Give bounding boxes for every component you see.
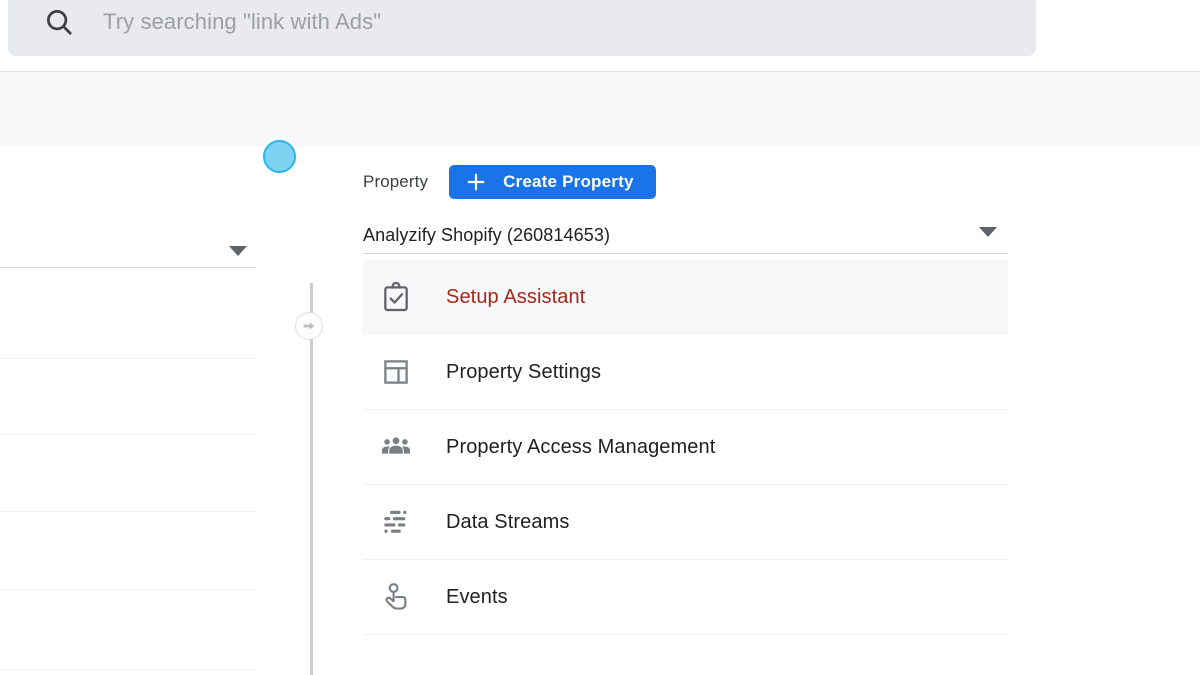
menu-item-property-settings[interactable]: Property Settings <box>363 335 1008 410</box>
property-menu: Setup Assistant Property Settings Proper… <box>363 260 1008 635</box>
property-column: Property Create Property Analyzify Shopi… <box>363 147 1008 635</box>
account-menu-row[interactable] <box>0 359 256 435</box>
property-header: Property Create Property <box>363 147 1008 217</box>
menu-item-label: Data Streams <box>446 510 570 533</box>
property-selector[interactable]: Analyzify Shopify (260814653) <box>363 217 1008 254</box>
clipboard-check-icon <box>378 280 414 316</box>
connector-line <box>310 283 313 675</box>
plus-icon <box>465 171 487 193</box>
chevron-down-icon <box>229 246 247 256</box>
menu-item-setup-assistant[interactable]: Setup Assistant <box>363 260 1008 335</box>
people-group-icon <box>378 429 414 465</box>
account-menu-row[interactable] <box>0 435 256 512</box>
menu-item-property-access-management[interactable]: Property Access Management <box>363 410 1008 485</box>
toolbar-band <box>0 71 1200 147</box>
account-menu-row[interactable] <box>0 512 256 590</box>
arrow-right-circle-icon <box>295 312 323 340</box>
property-selector-value: Analyzify Shopify (260814653) <box>363 224 611 245</box>
menu-item-label: Property Access Management <box>446 435 716 458</box>
search-input[interactable]: Try searching "link with Ads" <box>103 9 381 35</box>
data-streams-icon <box>378 504 414 540</box>
screen: Try searching "link with Ads" Property C… <box>0 0 1200 675</box>
account-column <box>0 147 256 675</box>
search-bar[interactable]: Try searching "link with Ads" <box>8 0 1036 56</box>
menu-item-label: Events <box>446 585 508 608</box>
connector-dot <box>263 140 296 173</box>
account-menu-row[interactable] <box>0 590 256 670</box>
menu-item-label: Property Settings <box>446 360 602 383</box>
chevron-down-icon <box>979 227 997 237</box>
search-icon <box>44 7 74 37</box>
property-label: Property <box>363 172 429 191</box>
create-property-button-label: Create Property <box>503 172 634 191</box>
create-property-button[interactable]: Create Property <box>449 165 656 199</box>
dashboard-layout-icon <box>378 354 414 390</box>
menu-item-events[interactable]: Events <box>363 560 1008 635</box>
touch-tap-icon <box>378 579 414 615</box>
account-selector[interactable] <box>0 236 256 268</box>
account-menu-row[interactable] <box>0 282 256 359</box>
menu-item-label: Setup Assistant <box>446 286 586 308</box>
menu-item-data-streams[interactable]: Data Streams <box>363 485 1008 560</box>
